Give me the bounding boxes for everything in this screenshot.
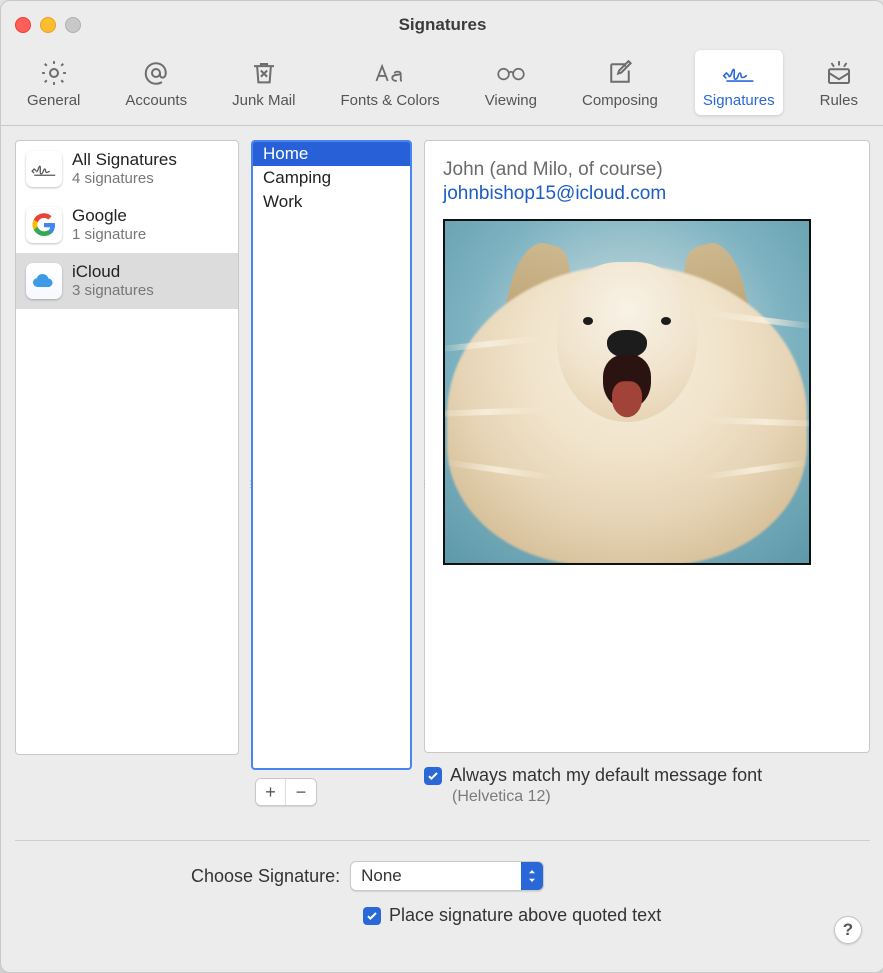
place-above-label: Place signature above quoted text bbox=[389, 905, 661, 926]
help-button[interactable]: ? bbox=[834, 916, 862, 944]
accounts-list: All Signatures 4 signatures Google 1 sig… bbox=[15, 140, 239, 755]
account-count: 1 signature bbox=[72, 226, 146, 245]
choose-signature-label: Choose Signature: bbox=[191, 866, 340, 887]
icloud-icon bbox=[26, 263, 62, 299]
place-above-checkbox[interactable] bbox=[363, 907, 381, 925]
remove-signature-button[interactable]: − bbox=[286, 779, 316, 805]
at-icon bbox=[138, 56, 174, 90]
tab-label: Junk Mail bbox=[232, 92, 295, 109]
signature-account-icon bbox=[26, 151, 62, 187]
close-window-button[interactable] bbox=[15, 17, 31, 33]
google-icon bbox=[26, 207, 62, 243]
trash-icon bbox=[246, 56, 282, 90]
zoom-window-button[interactable] bbox=[65, 17, 81, 33]
signature-item[interactable]: Home bbox=[253, 142, 410, 166]
font-icon bbox=[372, 56, 408, 90]
match-font-row: Always match my default message font bbox=[424, 765, 870, 786]
tab-label: Rules bbox=[820, 92, 858, 109]
signatures-column: Home Camping Work + − bbox=[251, 140, 412, 806]
add-remove-buttons: + − bbox=[255, 778, 317, 806]
match-font-label: Always match my default message font bbox=[450, 765, 762, 786]
tab-label: Fonts & Colors bbox=[340, 92, 439, 109]
tab-label: Signatures bbox=[703, 92, 775, 109]
signature-image bbox=[443, 219, 811, 565]
account-name: Google bbox=[72, 205, 146, 226]
window-title: Signatures bbox=[1, 15, 883, 35]
signature-item[interactable]: Camping bbox=[253, 166, 410, 190]
signature-editor[interactable]: John (and Milo, of course) johnbishop15@… bbox=[424, 140, 870, 753]
preferences-window: Signatures General Accounts Junk Mail Fo… bbox=[0, 0, 883, 973]
tab-accounts[interactable]: Accounts bbox=[117, 50, 195, 115]
compose-icon bbox=[602, 56, 638, 90]
account-name: iCloud bbox=[72, 261, 154, 282]
footer: Choose Signature: None Place signature a… bbox=[1, 841, 883, 946]
column-resize-handle[interactable]: ⋮ bbox=[420, 479, 428, 490]
tab-junk-mail[interactable]: Junk Mail bbox=[224, 50, 303, 115]
choose-signature-popup[interactable]: None bbox=[350, 861, 544, 891]
tab-label: Accounts bbox=[125, 92, 187, 109]
window-controls bbox=[15, 17, 81, 33]
place-above-row: Place signature above quoted text bbox=[363, 905, 862, 926]
column-resize-handle[interactable]: ⋮ bbox=[246, 479, 254, 490]
signature-text-email: johnbishop15@icloud.com bbox=[443, 183, 851, 205]
signature-icon bbox=[721, 56, 757, 90]
tab-label: General bbox=[27, 92, 80, 109]
signature-text-name: John (and Milo, of course) bbox=[443, 159, 851, 181]
tab-label: Viewing bbox=[485, 92, 537, 109]
account-icloud[interactable]: iCloud 3 signatures bbox=[16, 253, 238, 309]
tab-viewing[interactable]: Viewing bbox=[477, 50, 545, 115]
match-font-checkbox[interactable] bbox=[424, 767, 442, 785]
add-signature-button[interactable]: + bbox=[256, 779, 286, 805]
tab-signatures[interactable]: Signatures bbox=[695, 50, 783, 115]
signatures-list[interactable]: Home Camping Work bbox=[251, 140, 412, 770]
account-count: 3 signatures bbox=[72, 282, 154, 301]
tab-general[interactable]: General bbox=[19, 50, 88, 115]
titlebar: Signatures bbox=[1, 1, 883, 50]
signature-item[interactable]: Work bbox=[253, 190, 410, 214]
account-count: 4 signatures bbox=[72, 170, 177, 189]
main-content: All Signatures 4 signatures Google 1 sig… bbox=[1, 126, 883, 820]
preferences-toolbar: General Accounts Junk Mail Fonts & Color… bbox=[1, 50, 883, 126]
font-hint: (Helvetica 12) bbox=[452, 788, 870, 806]
account-name: All Signatures bbox=[72, 149, 177, 170]
account-all-signatures[interactable]: All Signatures 4 signatures bbox=[16, 141, 238, 197]
tab-composing[interactable]: Composing bbox=[574, 50, 666, 115]
account-google[interactable]: Google 1 signature bbox=[16, 197, 238, 253]
rules-icon bbox=[821, 56, 857, 90]
glasses-icon bbox=[493, 56, 529, 90]
choose-signature-value: None bbox=[351, 866, 521, 886]
preview-column: John (and Milo, of course) johnbishop15@… bbox=[424, 140, 870, 806]
tab-fonts-colors[interactable]: Fonts & Colors bbox=[332, 50, 447, 115]
tab-label: Composing bbox=[582, 92, 658, 109]
popup-arrows-icon bbox=[521, 862, 543, 890]
gear-icon bbox=[36, 56, 72, 90]
minimize-window-button[interactable] bbox=[40, 17, 56, 33]
tab-rules[interactable]: Rules bbox=[812, 50, 866, 115]
choose-signature-row: Choose Signature: None bbox=[191, 861, 862, 891]
